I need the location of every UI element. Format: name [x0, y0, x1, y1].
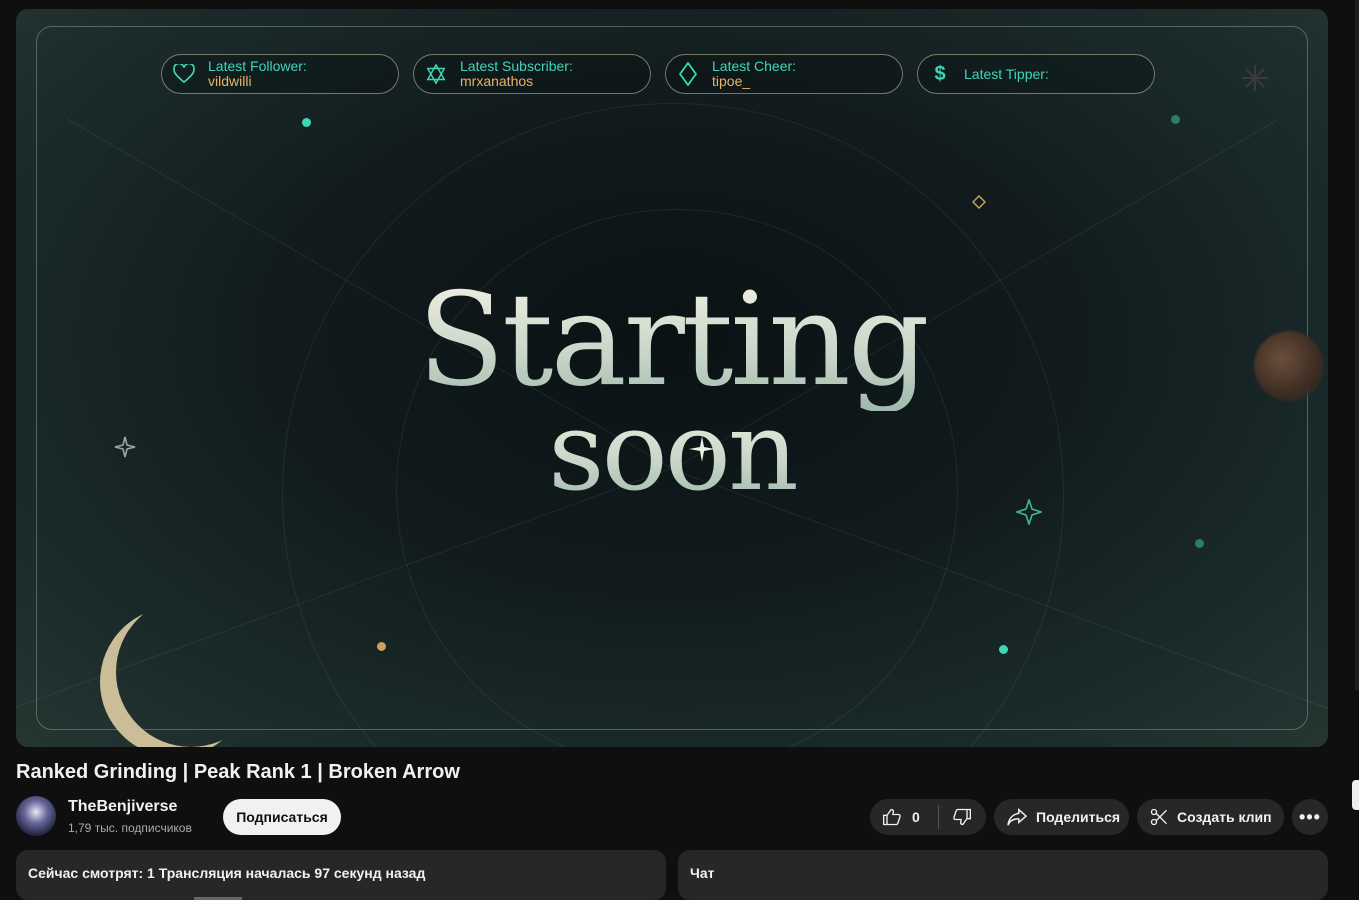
- widget-value: vildwilli: [208, 73, 252, 89]
- subscribe-button[interactable]: Подписаться: [223, 799, 341, 835]
- planet: [1254, 331, 1324, 401]
- widget-label: Latest Follower:: [208, 58, 307, 74]
- share-button[interactable]: Поделиться: [994, 799, 1129, 835]
- live-status-text: Сейчас смотрят: 1 Трансляция началась 97…: [28, 865, 426, 881]
- subscriber-count: 1,79 тыс. подписчиков: [68, 821, 192, 835]
- diamond-sparkle-icon: [972, 195, 986, 209]
- create-clip-button[interactable]: Создать клип: [1137, 799, 1284, 835]
- star-sparkle-icon: [689, 436, 715, 462]
- scrollbar[interactable]: [1355, 0, 1359, 690]
- latest-subscriber-widget: Latest Subscriber: mrxanathos: [413, 54, 651, 94]
- scissors-icon: [1149, 807, 1169, 827]
- widget-label: Latest Subscriber:: [460, 58, 573, 74]
- more-actions-button[interactable]: •••: [1292, 799, 1328, 835]
- thumbs-down-icon: [952, 807, 972, 827]
- latest-cheer-widget: Latest Cheer: tipoe_: [665, 54, 903, 94]
- widget-value: tipoe_: [712, 73, 751, 89]
- star-sparkle-icon: [1016, 499, 1042, 525]
- chat-panel[interactable]: Чат: [678, 850, 1328, 900]
- sparkle-dot: [1195, 539, 1204, 548]
- sparkle-dot: [302, 118, 311, 127]
- thumbs-up-icon: [882, 807, 902, 827]
- side-handle[interactable]: [1352, 780, 1359, 810]
- chat-label: Чат: [690, 865, 715, 881]
- star-sparkle-icon: [114, 436, 136, 458]
- widget-value: mrxanathos: [460, 73, 534, 89]
- dislike-button[interactable]: [939, 799, 986, 835]
- channel-name[interactable]: TheBenjiverse: [68, 798, 177, 816]
- channel-avatar[interactable]: [16, 796, 56, 836]
- video-player[interactable]: Latest Follower: vildwilli Latest Subscr…: [16, 9, 1328, 747]
- widget-label: Latest Cheer:: [712, 58, 797, 74]
- share-icon: [1006, 807, 1028, 827]
- latest-tipper-widget: $ Latest Tipper:: [917, 54, 1155, 94]
- latest-follower-widget: Latest Follower: vildwilli: [161, 54, 399, 94]
- like-count: 0: [912, 809, 920, 825]
- video-title: Ranked Grinding | Peak Rank 1 | Broken A…: [16, 761, 460, 783]
- clip-label: Создать клип: [1177, 809, 1272, 825]
- stream-widgets: Latest Follower: vildwilli Latest Subscr…: [161, 54, 1155, 94]
- live-status-panel[interactable]: Сейчас смотрят: 1 Трансляция началась 97…: [16, 850, 666, 900]
- heart-icon: [172, 62, 196, 86]
- diamond-icon: [676, 62, 700, 86]
- dollar-icon: $: [934, 62, 946, 85]
- sparkle-dot: [999, 645, 1008, 654]
- more-icon: •••: [1299, 806, 1321, 827]
- sparkle-dot: [1171, 115, 1180, 124]
- star-of-david-icon: [424, 62, 448, 86]
- soon-headline: soon: [16, 396, 1328, 506]
- burst-sparkle-icon: [1242, 65, 1268, 91]
- widget-label: Latest Tipper:: [964, 65, 1049, 82]
- like-button[interactable]: 0: [870, 799, 938, 835]
- sparkle-dot: [377, 642, 386, 651]
- share-label: Поделиться: [1036, 809, 1121, 825]
- like-dislike-group: 0: [870, 799, 986, 835]
- crescent-moon: [116, 597, 266, 747]
